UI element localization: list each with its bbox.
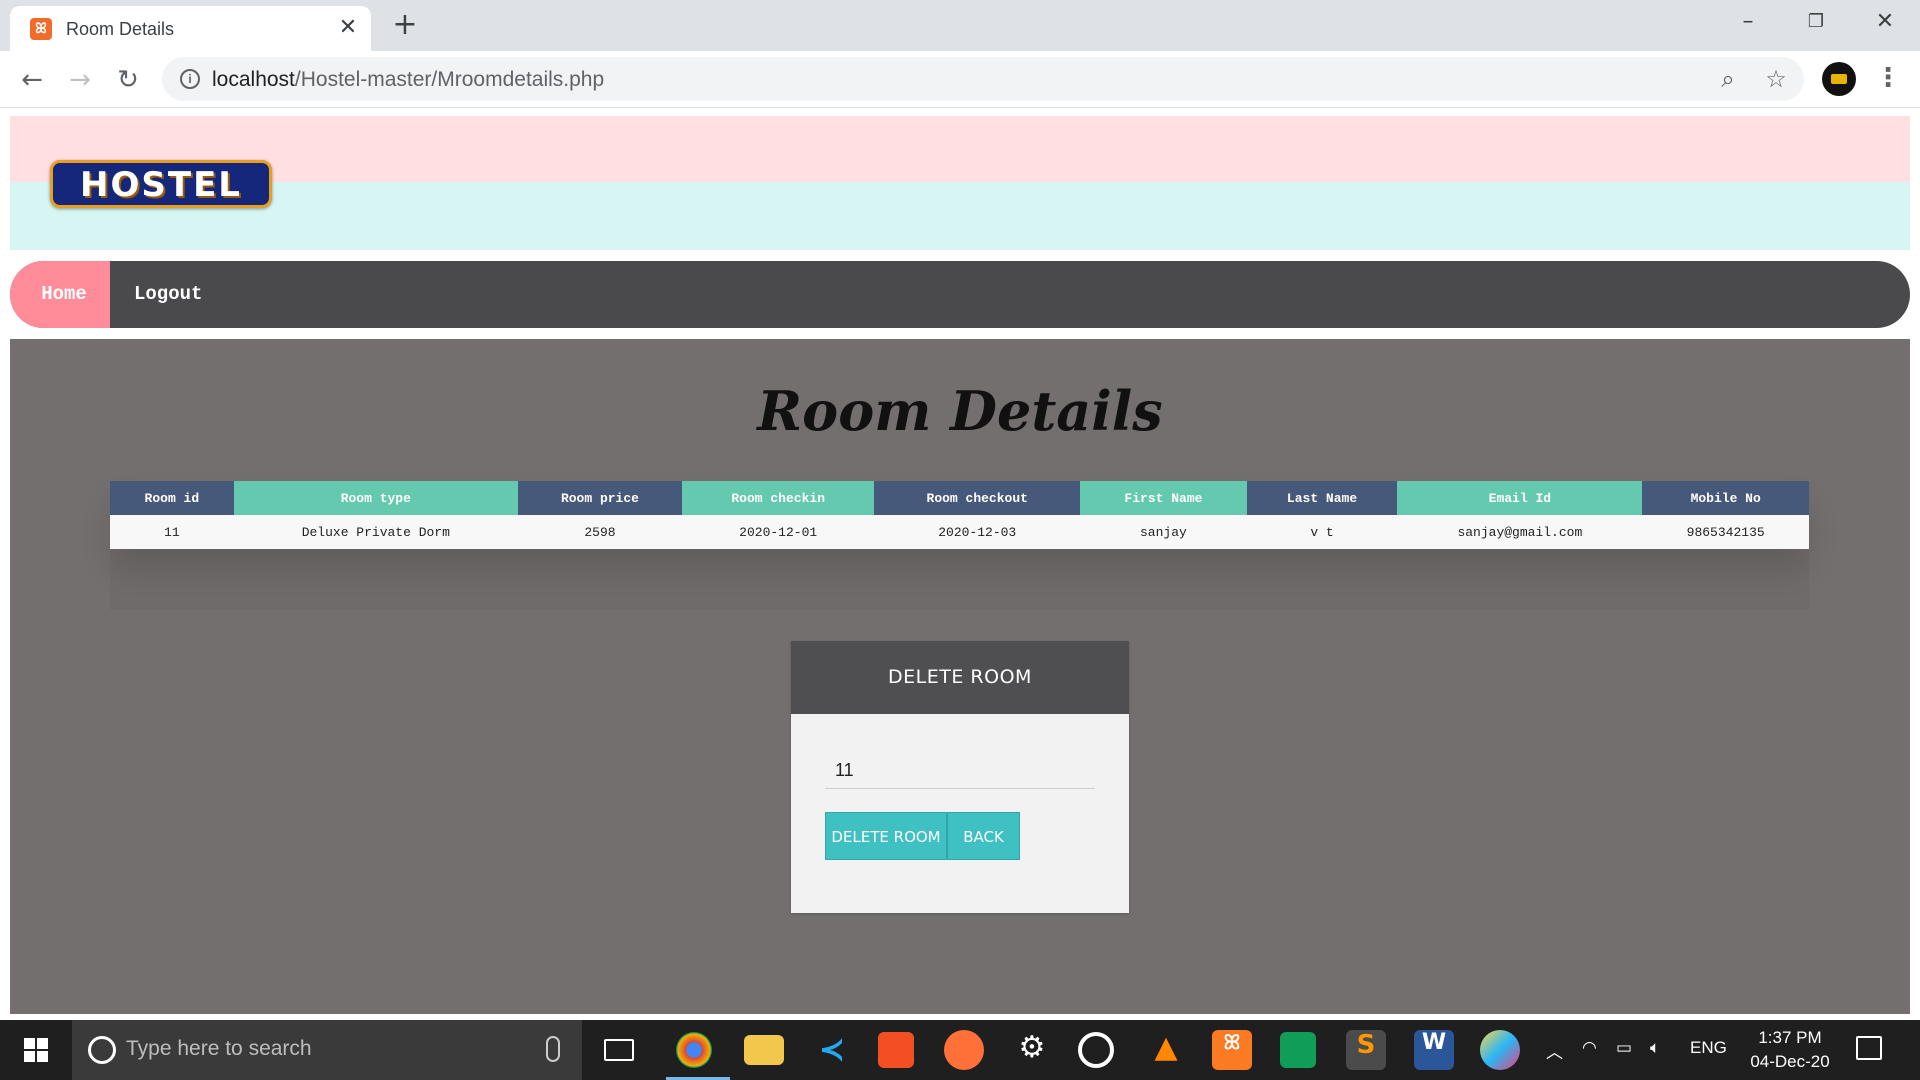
col-header-mobile-no: Mobile No — [1642, 481, 1809, 515]
room-details-table: Room id Room type Room price Room checki… — [110, 481, 1809, 549]
bookmark-star-icon[interactable]: ☆ — [1762, 65, 1790, 93]
paint-icon[interactable] — [1480, 1030, 1520, 1070]
back-arrow-icon[interactable]: ← — [16, 64, 48, 96]
windows-logo-icon — [24, 1038, 35, 1049]
cell-room-price: 2598 — [517, 515, 683, 549]
vlc-icon[interactable]: ▲ — [1146, 1030, 1186, 1070]
windows-logo-icon — [37, 1038, 48, 1049]
col-header-last-name: Last Name — [1246, 481, 1398, 515]
task-view-icon[interactable] — [604, 1039, 634, 1061]
volume-icon[interactable]: 🔈︎ — [1650, 1038, 1660, 1058]
reload-icon[interactable]: ↻ — [112, 64, 144, 96]
clock-date: 04-Dec-20 — [1750, 1052, 1830, 1071]
taskbar-search-box[interactable]: Type here to search — [72, 1020, 582, 1080]
chrome-icon[interactable] — [676, 1032, 712, 1068]
cell-last-name: v t — [1246, 515, 1398, 549]
room-details-table-wrap: Room id Room type Room price Room checki… — [110, 481, 1809, 549]
table-shadow — [110, 550, 1809, 610]
table-row: 11 Deluxe Private Dorm 2598 2020-12-01 2… — [110, 515, 1809, 549]
cell-first-name: sanjay — [1080, 515, 1247, 549]
col-header-room-price: Room price — [517, 481, 683, 515]
profile-avatar[interactable] — [1822, 62, 1856, 96]
new-tab-icon[interactable]: + — [390, 10, 420, 40]
settings-gear-icon[interactable]: ⚙ — [1012, 1030, 1052, 1070]
windows-start-button[interactable] — [0, 1020, 70, 1080]
page-title: Room Details — [757, 379, 1163, 443]
browser-tab[interactable]: ꕤ Room Details ✕ — [10, 6, 371, 51]
col-header-room-checkout: Room checkout — [874, 481, 1081, 515]
col-header-first-name: First Name — [1080, 481, 1247, 515]
file-explorer-icon[interactable] — [744, 1035, 784, 1065]
delete-room-heading: DELETE ROOM — [791, 641, 1129, 714]
windows-logo-icon — [24, 1051, 35, 1062]
main-content: Room Details Room id Room type Room pric… — [10, 339, 1910, 1014]
cortana-icon — [88, 1036, 116, 1064]
nav-logout-link[interactable]: Logout — [134, 261, 202, 328]
header-pink-band — [10, 116, 1910, 182]
cell-room-id: 11 — [110, 515, 234, 549]
cell-room-checkout: 2020-12-03 — [874, 515, 1081, 549]
taskbar-search-placeholder: Type here to search — [126, 1037, 312, 1060]
site-info-icon[interactable]: i — [180, 69, 200, 89]
address-bar[interactable]: i localhost/Hostel-master/Mroomdetails.p… — [162, 57, 1804, 101]
word-icon[interactable]: W — [1414, 1030, 1454, 1070]
tray-chevron-icon[interactable]: ︿ — [1546, 1038, 1563, 1063]
delete-room-button[interactable]: DELETE ROOM — [825, 812, 947, 860]
windows-taskbar: Type here to search ≺ ⚙ ▲ ꕤ S W ︿ ◠ ▭ 🔈︎… — [0, 1020, 1920, 1080]
browser-menu-icon[interactable]: ⋮ — [1874, 61, 1902, 95]
col-header-room-id: Room id — [110, 481, 234, 515]
close-tab-icon[interactable]: ✕ — [335, 15, 361, 41]
action-center-icon[interactable] — [1856, 1036, 1882, 1060]
col-header-email-id: Email Id — [1397, 481, 1643, 515]
cell-mobile-no: 9865342135 — [1642, 515, 1809, 549]
language-indicator[interactable]: ENG — [1690, 1038, 1727, 1058]
restore-icon[interactable]: ❐ — [1796, 8, 1836, 36]
hostel-logo[interactable]: HOSTEL — [50, 160, 272, 208]
wifi-icon[interactable]: ◠ — [1582, 1038, 1597, 1058]
cell-room-type: Deluxe Private Dorm — [233, 515, 518, 549]
delete-room-card: DELETE ROOM DELETE ROOM BACK — [791, 641, 1129, 913]
room-id-input[interactable] — [825, 753, 1095, 789]
tab-title: Room Details — [66, 19, 175, 39]
app-green-icon[interactable] — [1280, 1032, 1316, 1068]
sublime-text-icon[interactable]: S — [1346, 1030, 1386, 1070]
vscode-icon[interactable]: ≺ — [812, 1030, 852, 1070]
header-cyan-band — [10, 182, 1910, 250]
back-button[interactable]: BACK — [947, 812, 1020, 860]
url-text[interactable]: localhost/Hostel-master/Mroomdetails.php — [212, 68, 604, 92]
url-path: /Hostel-master/Mroomdetails.php — [294, 68, 605, 91]
taskbar-clock[interactable]: 1:37 PM 04-Dec-20 — [1740, 1026, 1840, 1074]
firefox-icon[interactable] — [944, 1030, 984, 1070]
windows-logo-icon — [37, 1051, 48, 1062]
nav-home-link[interactable]: Home — [10, 261, 110, 328]
xampp-icon[interactable]: ꕤ — [1212, 1030, 1252, 1070]
cell-room-checkin: 2020-12-01 — [682, 515, 875, 549]
url-host: localhost — [212, 68, 295, 91]
logo-text: HOSTEL — [80, 165, 242, 205]
table-header-row: Room id Room type Room price Room checki… — [110, 481, 1809, 515]
minimize-icon[interactable]: – — [1728, 8, 1768, 36]
ms-store-icon[interactable] — [878, 1032, 914, 1068]
main-navbar: Home Logout — [10, 261, 1910, 328]
col-header-room-checkin: Room checkin — [682, 481, 875, 515]
microphone-icon[interactable] — [546, 1036, 560, 1062]
site-header: HOSTEL — [10, 116, 1910, 250]
browser-toolbar: ← → ↻ i localhost/Hostel-master/Mroomdet… — [0, 51, 1920, 108]
clock-time: 1:37 PM — [1758, 1028, 1822, 1047]
battery-icon[interactable]: ▭ — [1616, 1038, 1632, 1058]
close-window-icon[interactable]: ✕ — [1865, 8, 1905, 36]
xampp-favicon-icon: ꕤ — [30, 18, 52, 40]
col-header-room-type: Room type — [233, 481, 518, 515]
browser-tabstrip: ꕤ Room Details ✕ + – ❐ ✕ — [0, 0, 1920, 51]
zoom-icon[interactable]: ⌕ — [1714, 65, 1742, 93]
media-player-icon[interactable] — [1078, 1032, 1114, 1068]
forward-arrow-icon[interactable]: → — [64, 64, 96, 96]
cell-email-id: sanjay@gmail.com — [1397, 515, 1643, 549]
